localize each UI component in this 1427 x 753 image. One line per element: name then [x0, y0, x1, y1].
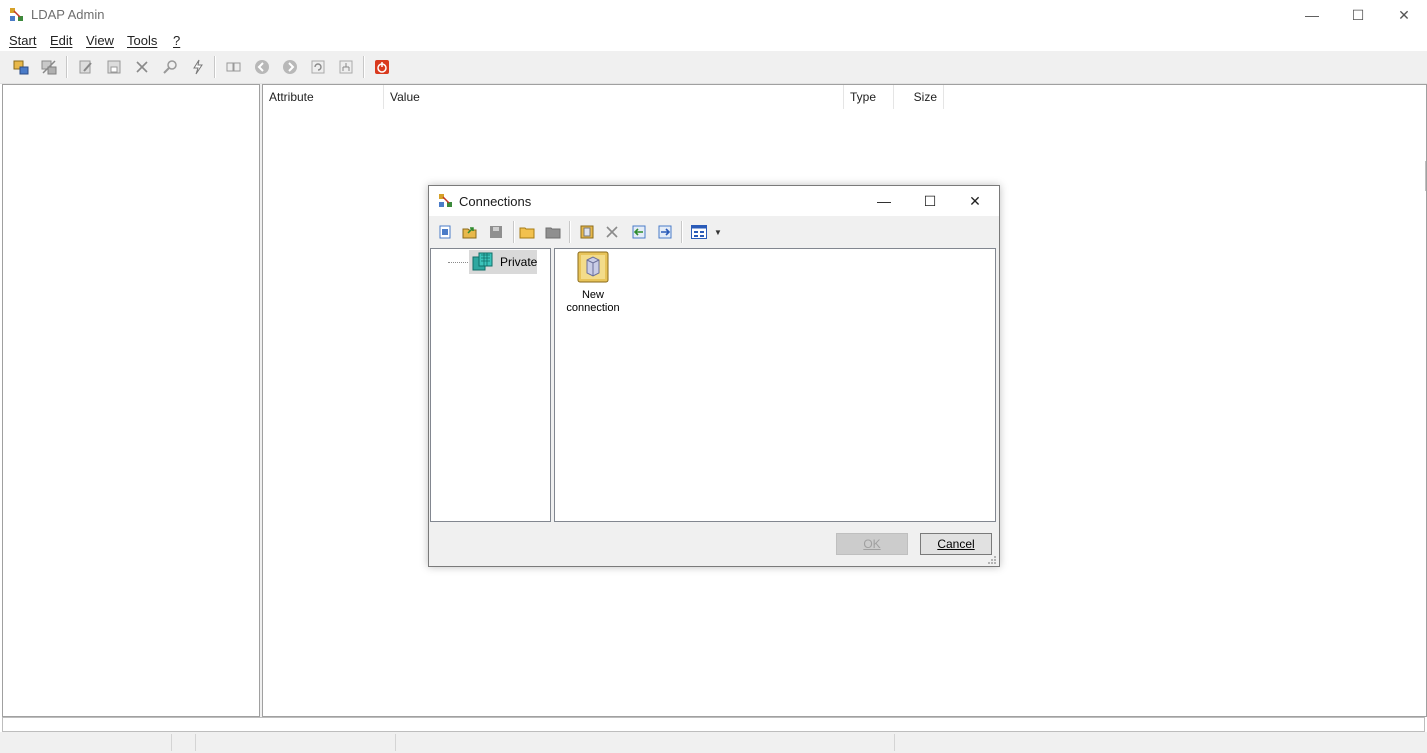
- maximize-button[interactable]: ☐: [1335, 0, 1381, 30]
- app-icon: [10, 8, 24, 25]
- toolbar-separator: [214, 56, 216, 78]
- back-icon[interactable]: [252, 57, 272, 77]
- cancel-label: Cancel: [937, 537, 975, 551]
- toolbar-separator: [66, 56, 68, 78]
- connections-dialog: Connections — ☐ ✕ ▼ Private New connecti…: [428, 185, 1000, 567]
- close-icon: ✕: [1398, 6, 1410, 23]
- cancel-button[interactable]: Cancel: [920, 533, 992, 555]
- minimize-icon: —: [1305, 7, 1319, 23]
- menu-help[interactable]: ?: [173, 33, 180, 48]
- directory-tree-pane[interactable]: [2, 84, 260, 717]
- menu-view[interactable]: View: [86, 33, 114, 48]
- connection-list[interactable]: New connection: [554, 248, 996, 522]
- tree-node-private[interactable]: Private: [469, 250, 537, 274]
- dialog-maximize-button[interactable]: ☐: [907, 186, 953, 216]
- forward-icon[interactable]: [280, 57, 300, 77]
- close-icon: ✕: [969, 192, 981, 209]
- server-group-icon: [472, 252, 494, 272]
- dialog-toolbar: ▼: [429, 216, 999, 247]
- tree-line: [448, 262, 470, 263]
- list-item-new-connection[interactable]: New connection: [561, 251, 625, 317]
- toolbar-separator: [681, 221, 683, 243]
- menu-edit[interactable]: Edit: [50, 33, 72, 48]
- list-item-label-line2: connection: [566, 302, 620, 314]
- ok-button[interactable]: OK: [836, 533, 908, 555]
- properties-icon[interactable]: [577, 222, 597, 242]
- open-connection-icon[interactable]: [460, 222, 480, 242]
- connection-tree[interactable]: Private: [430, 248, 551, 522]
- minimize-icon: —: [877, 193, 891, 209]
- view-mode-dropdown[interactable]: ▼: [691, 222, 727, 242]
- book-icon[interactable]: [224, 57, 244, 77]
- status-separator: [195, 734, 196, 751]
- column-type[interactable]: Type: [844, 85, 894, 109]
- dialog-title-bar: Connections — ☐ ✕: [429, 186, 999, 216]
- close-button[interactable]: ✕: [1381, 0, 1427, 30]
- toolbar-separator: [513, 221, 515, 243]
- column-attribute[interactable]: Attribute: [263, 85, 384, 109]
- edit-icon[interactable]: [76, 57, 96, 77]
- status-separator: [395, 734, 396, 751]
- toolbar-separator: [569, 221, 571, 243]
- folder-gray-icon[interactable]: [543, 222, 563, 242]
- dialog-title: Connections: [459, 194, 532, 209]
- tree-node-label: Private: [500, 255, 538, 269]
- column-value[interactable]: Value: [384, 85, 844, 109]
- delete-icon[interactable]: [132, 57, 152, 77]
- new-connection-icon: [577, 251, 609, 286]
- dialog-close-button[interactable]: ✕: [952, 186, 998, 216]
- window-title: LDAP Admin: [31, 7, 105, 22]
- connections-icon: [439, 194, 453, 211]
- save-icon[interactable]: [104, 57, 124, 77]
- resize-grip-icon[interactable]: [987, 554, 997, 564]
- save-connection-icon[interactable]: [486, 222, 506, 242]
- new-connection-icon[interactable]: [435, 222, 455, 242]
- grid-view-icon: [691, 225, 707, 239]
- disconnect-icon[interactable]: [39, 57, 59, 77]
- title-bar: LDAP Admin — ☐ ✕: [0, 0, 1427, 30]
- flash-icon[interactable]: [188, 57, 208, 77]
- menu-start[interactable]: Start: [9, 33, 36, 48]
- export-icon[interactable]: [655, 222, 675, 242]
- connect-icon[interactable]: [11, 57, 31, 77]
- minimize-button[interactable]: —: [1289, 0, 1335, 30]
- menu-bar: Start Edit View Tools ?: [0, 30, 1427, 51]
- column-size[interactable]: Size: [894, 85, 944, 109]
- list-item-label-line1: New: [581, 289, 604, 301]
- main-toolbar: [0, 51, 1427, 84]
- status-separator: [171, 734, 172, 751]
- search-icon[interactable]: [160, 57, 180, 77]
- ok-label: OK: [863, 537, 881, 551]
- chevron-down-icon: ▼: [714, 227, 722, 237]
- value-editor-strip[interactable]: [2, 717, 1425, 732]
- toolbar-separator: [363, 56, 365, 78]
- status-bar: [0, 732, 1427, 753]
- maximize-icon: ☐: [923, 192, 937, 209]
- scroll-edge: [1425, 161, 1426, 191]
- import-icon[interactable]: [629, 222, 649, 242]
- dialog-minimize-button[interactable]: —: [861, 186, 907, 216]
- exit-icon[interactable]: [372, 57, 392, 77]
- folder-icon[interactable]: [517, 222, 537, 242]
- menu-tools[interactable]: Tools: [127, 33, 157, 48]
- status-separator: [894, 734, 895, 751]
- delete-connection-icon[interactable]: [602, 222, 622, 242]
- refresh-icon[interactable]: [308, 57, 328, 77]
- schema-icon[interactable]: [336, 57, 356, 77]
- maximize-icon: ☐: [1351, 6, 1365, 23]
